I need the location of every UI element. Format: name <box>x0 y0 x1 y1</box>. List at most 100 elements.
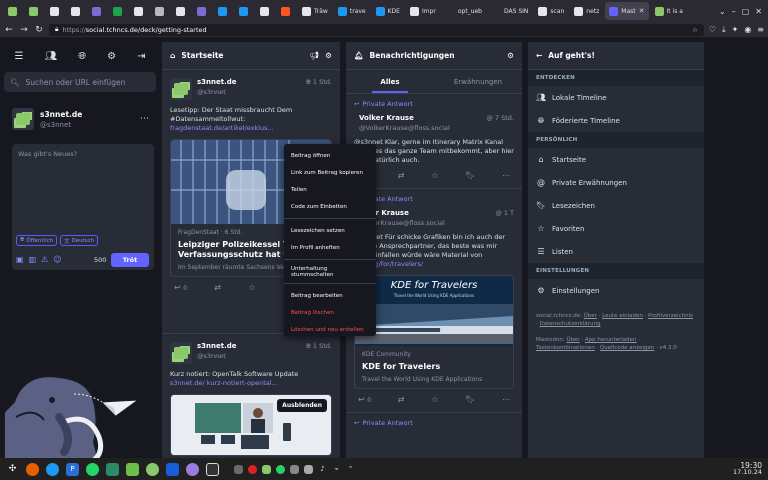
menu-bookmark[interactable]: Lesezeichen setzen <box>284 222 376 239</box>
maximize-icon[interactable]: ▢ <box>742 7 750 16</box>
more-icon[interactable]: ⋯ <box>502 171 510 180</box>
compose-account[interactable]: s3nnet.de @s3nnet <box>12 108 82 130</box>
browser-tab[interactable]: KDE <box>372 2 404 20</box>
people-icon[interactable]: 👥︎ <box>44 51 57 62</box>
menu-local-timeline[interactable]: 👥︎ Lokale Timeline <box>528 86 704 109</box>
browser-tab[interactable]: Impr <box>406 2 440 20</box>
footer-link[interactable]: Über <box>584 313 597 319</box>
footer-link[interactable]: Datenschutzerklärung <box>540 321 601 327</box>
tab-list-icon[interactable]: ⌄ <box>719 7 726 16</box>
minimize-icon[interactable]: – <box>732 7 736 16</box>
browser-tab[interactable] <box>235 2 254 20</box>
footer-link[interactable]: Leute einladen <box>602 313 643 319</box>
gear-icon[interactable]: ⚙ <box>107 51 116 62</box>
menu-open-post[interactable]: Beitrag öffnen <box>284 147 376 164</box>
account-icon[interactable]: ◉ <box>744 25 751 35</box>
browser-tab[interactable] <box>256 2 275 20</box>
bookmark-icon[interactable]: 🔖︎ <box>465 395 475 404</box>
menu-icon[interactable]: ≡ <box>757 25 764 35</box>
browser-tab[interactable]: opt_ueb <box>442 2 486 20</box>
footer-link[interactable]: Quellcode anzeigen <box>600 345 654 351</box>
status-link[interactable]: s3nnet.de/ kurz-notiert-opental... <box>170 379 278 387</box>
notification-badge-icon[interactable] <box>248 464 257 474</box>
menu-copy-link[interactable]: Link zum Beitrag kopieren <box>284 164 376 181</box>
tray-app-icon[interactable] <box>126 462 139 476</box>
menu-lists[interactable]: ☰ Listen <box>528 240 704 263</box>
poll-icon[interactable]: ▥ <box>29 255 37 264</box>
toot-button[interactable]: Tröt <box>111 253 149 267</box>
menu-embed[interactable]: Code zum Einbetten <box>284 198 376 215</box>
status-author-handle[interactable]: @s3nnet <box>197 88 237 96</box>
browser-tab[interactable] <box>130 2 149 20</box>
status-item[interactable]: s3nnet.de @s3nnet 🌐︎ 1 Std. Kurz notiert:… <box>162 334 340 458</box>
browser-tab[interactable]: trave <box>334 2 370 20</box>
browser-tab[interactable] <box>193 2 212 20</box>
menu-settings[interactable]: ⚙ Einstellungen <box>528 279 704 302</box>
status-time[interactable]: 🌐︎ 1 Std. <box>306 78 332 87</box>
bookmark-icon[interactable]: 🔖︎ <box>465 171 475 180</box>
avatar[interactable] <box>12 108 34 130</box>
home-column-header[interactable]: ⌂ Startseite 📢︎ ⚙ <box>162 42 340 70</box>
status-author-handle[interactable]: @s3nnet <box>197 352 237 360</box>
tray-icon[interactable] <box>262 464 271 474</box>
column-settings-icon[interactable]: ⚙ <box>507 51 514 60</box>
browser-tab[interactable] <box>109 2 128 20</box>
status-link[interactable]: fragdenstaat.de/artikel/exklus... <box>170 124 274 132</box>
plasma-app-icon[interactable]: P <box>66 462 79 476</box>
back-arrow-icon[interactable]: ← <box>536 51 542 60</box>
footer-link[interactable]: App herunterladen <box>585 337 637 343</box>
tray-icon[interactable] <box>290 464 299 474</box>
language-button[interactable]: 文 Deutsch <box>60 235 99 246</box>
visibility-button[interactable]: 🌐︎ Öffentlich <box>16 235 58 246</box>
hide-media-button[interactable]: Ausblenden <box>277 399 327 412</box>
status-author-name[interactable]: s3nnet.de <box>197 78 237 86</box>
status-time[interactable]: 🌐︎ 1 Std. <box>306 342 332 351</box>
pocket-icon[interactable]: ♡ <box>709 25 716 35</box>
favorite-icon[interactable]: ☆ <box>431 171 438 180</box>
whatsapp-tray-icon[interactable] <box>276 464 285 474</box>
mastodon-app-icon[interactable] <box>146 462 159 476</box>
more-icon[interactable]: ⋯ <box>502 395 510 404</box>
more-icon[interactable]: ⋯ <box>140 114 149 124</box>
download-icon[interactable]: ⤓ <box>722 25 726 35</box>
browser-tab[interactable] <box>25 2 44 20</box>
menu-delete[interactable]: Beitrag löschen <box>284 304 376 321</box>
warning-icon[interactable]: ⚠ <box>41 255 48 264</box>
footer-link[interactable]: Profilverzeichnis <box>648 313 693 319</box>
hamburger-icon[interactable]: ☰ <box>14 51 23 62</box>
whatsapp-icon[interactable] <box>86 462 99 476</box>
status-author-name[interactable]: Volker Krause <box>359 114 450 122</box>
browser-tab[interactable] <box>214 2 233 20</box>
browser-tab[interactable]: Träw <box>298 2 332 20</box>
menu-bookmarks[interactable]: 🔖︎ Lesezeichen <box>528 194 704 217</box>
signal-icon[interactable] <box>206 462 219 476</box>
browser-tab[interactable] <box>46 2 65 20</box>
search-input[interactable]: 🔍︎ Suchen oder URL einfügen <box>4 72 156 92</box>
browser-tab[interactable] <box>172 2 191 20</box>
account-name[interactable]: s3nnet.de <box>40 110 82 119</box>
logout-icon[interactable]: ⇥ <box>137 51 145 62</box>
browser-tab[interactable] <box>67 2 86 20</box>
browser-tab[interactable]: It is a <box>651 2 687 20</box>
browser-tab[interactable] <box>4 2 23 20</box>
menu-federated-timeline[interactable]: 🌐︎ Föderierte Timeline <box>528 109 704 132</box>
menu-pin[interactable]: Im Profil anheften <box>284 239 376 256</box>
footer-link[interactable]: Über <box>566 337 579 343</box>
forward-icon[interactable]: → <box>19 25 29 35</box>
boost-disabled-icon[interactable]: ⇄ <box>398 171 405 180</box>
boost-icon[interactable]: ⇄ <box>214 283 221 292</box>
extensions-icon[interactable]: ✦ <box>732 25 739 35</box>
tab-all[interactable]: Alles <box>346 70 434 93</box>
menu-edit[interactable]: Beitrag bearbeiten <box>284 287 376 304</box>
browser-tab[interactable]: scan <box>534 2 568 20</box>
url-field[interactable]: 🔒︎ https://social.tchncs.de/deck/getting… <box>49 23 704 36</box>
back-icon[interactable]: ← <box>4 25 14 35</box>
clock[interactable]: 19:30 17.10.24 <box>733 462 762 476</box>
favorite-icon[interactable]: ☆ <box>248 283 255 292</box>
emoji-icon[interactable]: ☺ <box>53 255 61 264</box>
file-manager-icon[interactable] <box>46 462 59 476</box>
boost-disabled-icon[interactable]: ⇄ <box>398 395 405 404</box>
status-time[interactable]: @1 T <box>495 209 514 217</box>
tab-mentions[interactable]: Erwähnungen <box>434 70 522 93</box>
avatar[interactable] <box>170 342 192 364</box>
